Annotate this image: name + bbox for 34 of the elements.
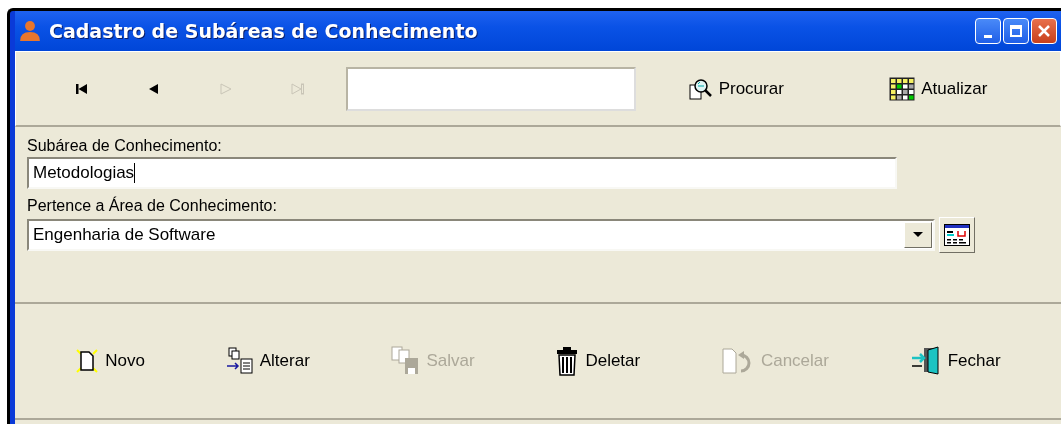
dropdown-field[interactable]: Engenharia de Software <box>27 219 935 251</box>
first-record-icon <box>76 83 88 94</box>
edit-document-icon <box>225 347 254 375</box>
field-label: Pertence a Área de Conhecimento: <box>27 197 278 215</box>
lookup-button[interactable] <box>939 217 975 253</box>
last-record-icon <box>291 82 305 95</box>
maximize-icon <box>1010 25 1022 37</box>
field-label: Subárea de Conhecimento: <box>27 137 223 155</box>
close-button[interactable] <box>1031 18 1057 44</box>
new-document-icon <box>75 348 100 374</box>
dropdown-button[interactable] <box>904 222 932 248</box>
search-field[interactable] <box>346 66 636 111</box>
refresh-button[interactable]: Atualizar <box>883 72 994 105</box>
caret-icon <box>913 232 923 238</box>
edit-button[interactable]: Alterar <box>219 343 316 379</box>
window-form-icon <box>944 224 970 246</box>
text-field[interactable]: Metodologias <box>27 157 897 189</box>
search-button[interactable]: Procurar <box>682 72 790 105</box>
new-button[interactable]: Novo <box>69 344 152 378</box>
close-icon <box>1038 25 1050 37</box>
next-record-icon <box>220 82 232 95</box>
minimize-icon <box>984 34 992 38</box>
maximize-button[interactable] <box>1003 18 1029 44</box>
save-document-icon <box>390 346 421 376</box>
trash-icon <box>555 346 580 376</box>
person-icon <box>19 20 41 42</box>
search-icon <box>688 76 713 101</box>
previous-record-icon <box>149 83 159 94</box>
delete-button[interactable]: Deletar <box>549 342 647 380</box>
window-title: Cadastro de Subáreas de Conhecimento <box>49 20 479 42</box>
exit-door-icon <box>909 346 942 376</box>
minimize-button[interactable] <box>975 18 1001 44</box>
close-button[interactable]: Fechar <box>903 342 1007 380</box>
grid-icon <box>889 76 916 101</box>
